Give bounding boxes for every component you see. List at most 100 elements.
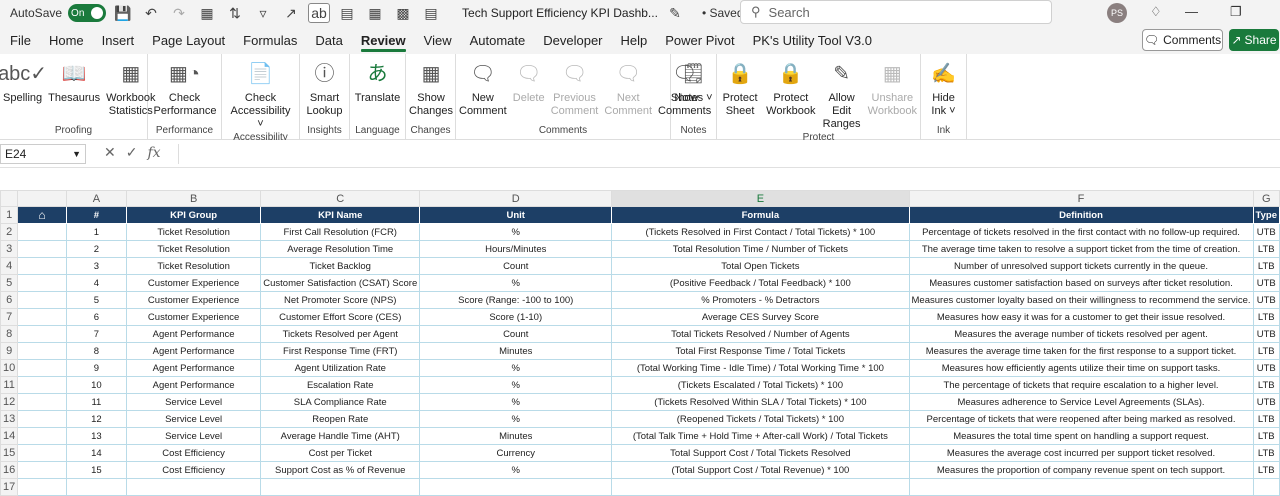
cell[interactable]: Minutes [419,427,613,445]
cell[interactable]: UTB [1252,325,1280,343]
cell[interactable] [17,461,67,479]
notes-button[interactable]: 🗒 Notes ˅ [671,54,715,124]
row-header[interactable]: 7 [0,308,19,326]
protect-sheet-button[interactable]: 🔒 Protect Sheet [717,54,763,131]
cell[interactable] [17,257,67,275]
menu-insert[interactable]: Insert [102,26,135,54]
smart-lookup-button[interactable]: ⓘ Smart Lookup [300,54,349,124]
cell[interactable]: Ticket Backlog [260,257,421,275]
cell[interactable]: 12 [65,410,127,428]
cell[interactable]: Cost Efficiency [125,461,262,479]
menu-help[interactable]: Help [621,26,648,54]
cell[interactable] [17,410,67,428]
cell[interactable]: Customer Satisfaction (CSAT) Score [260,274,421,292]
cell[interactable]: Net Promoter Score (NPS) [260,291,421,309]
row-header[interactable]: 6 [0,291,19,309]
cell[interactable]: Customer Effort Score (CES) [260,308,421,326]
cell[interactable]: Support Cost as % of Revenue [260,461,421,479]
cell[interactable]: Total Tickets Resolved / Number of Agent… [611,325,910,343]
row-header[interactable]: 2 [0,223,19,241]
check-performance-button[interactable]: ▦◔ Check Performance [151,54,219,124]
cell[interactable]: The percentage of tickets that require e… [908,376,1254,394]
cell[interactable]: Ticket Resolution [125,257,262,275]
menu-developer[interactable]: Developer [543,26,602,54]
cell[interactable]: 11 [65,393,127,411]
cell[interactable]: (Tickets Resolved Within SLA / Total Tic… [611,393,910,411]
cell[interactable] [17,308,67,326]
column-header-b[interactable]: B [125,190,262,207]
cell[interactable]: Cost Efficiency [125,444,262,462]
header-cell[interactable]: Definition [908,206,1254,224]
formula-input[interactable] [178,144,1280,164]
filter-icon[interactable]: ▿ [252,3,274,23]
cell[interactable]: Measures the average cost incurred per s… [908,444,1254,462]
cell[interactable] [17,291,67,309]
restore-icon[interactable]: ❐ [1230,4,1242,20]
cell[interactable]: LTB [1252,461,1280,479]
cell[interactable]: Average Handle Time (AHT) [260,427,421,445]
cell[interactable] [17,325,67,343]
menu-file[interactable]: File [10,26,31,54]
cell[interactable] [17,359,67,377]
cell[interactable] [17,223,67,241]
cell[interactable]: Measures customer satisfaction based on … [908,274,1254,292]
cell[interactable]: (Total Talk Time + Hold Time + After-cal… [611,427,910,445]
share-button[interactable]: ↗ Share [1229,29,1279,51]
cell[interactable]: Total First Response Time / Total Ticket… [611,342,910,360]
cell[interactable]: Hours/Minutes [419,240,613,258]
allow-edit-ranges-button[interactable]: ✎ Allow Edit Ranges [819,54,865,131]
previous-comment-button[interactable]: 🗨 Previous Comment [548,54,602,124]
cell[interactable] [17,274,67,292]
cell[interactable]: LTB [1252,257,1280,275]
row-header[interactable]: 13 [0,410,19,428]
cell[interactable]: Ticket Resolution [125,223,262,241]
header-cell[interactable]: Formula [611,206,910,224]
autosave-toggle[interactable]: On [68,4,107,22]
cell[interactable]: Measures the average number of tickets r… [908,325,1254,343]
cell[interactable]: Cost per Ticket [260,444,421,462]
sort-icon[interactable]: ⇅ [224,3,246,23]
cell[interactable]: The average time taken to resolve a supp… [908,240,1254,258]
cell[interactable]: Percentage of tickets resolved in the fi… [908,223,1254,241]
cell[interactable]: Total Open Tickets [611,257,910,275]
cell[interactable]: % [419,461,613,479]
cell[interactable]: Total Support Cost / Total Tickets Resol… [611,444,910,462]
cell[interactable] [17,393,67,411]
cell[interactable]: 3 [65,257,127,275]
row-header[interactable]: 15 [0,444,19,462]
cell[interactable]: 8 [65,342,127,360]
cell[interactable]: LTB [1252,376,1280,394]
cell[interactable]: % [419,376,613,394]
row-header[interactable]: 9 [0,342,19,360]
redo-icon[interactable]: ↷ [168,3,190,23]
cell[interactable]: First Call Resolution (FCR) [260,223,421,241]
column-header-e[interactable]: E [611,190,910,207]
cell[interactable]: Score (Range: -100 to 100) [419,291,613,309]
sensitivity-icon[interactable]: ✎ [664,3,686,23]
undo-icon[interactable]: ↶ [140,3,162,23]
cell[interactable]: Average CES Survey Score [611,308,910,326]
cell[interactable]: 4 [65,274,127,292]
select-all-corner[interactable] [0,190,19,207]
cell[interactable]: % [419,393,613,411]
menu-home[interactable]: Home [49,26,84,54]
cell[interactable]: Count [419,325,613,343]
cell[interactable]: SLA Compliance Rate [260,393,421,411]
share-export-icon[interactable]: ↗ [280,3,302,23]
save-icon[interactable]: 💾 [112,3,134,23]
cancel-icon[interactable]: ✕ [104,144,116,161]
print-preview-icon[interactable]: ▤ [420,3,442,23]
avatar[interactable]: PS [1107,3,1127,23]
cell[interactable] [419,478,613,496]
cell[interactable]: UTB [1252,291,1280,309]
check-accessibility-button[interactable]: 📄 Check Accessibility ˅ [227,54,295,131]
cell[interactable] [17,444,67,462]
cell[interactable]: UTB [1252,393,1280,411]
row-header[interactable]: 17 [0,478,19,496]
cell[interactable]: 13 [65,427,127,445]
cell[interactable]: % [419,410,613,428]
header-cell[interactable]: Unit [419,206,613,224]
form-icon[interactable]: ▤ [336,3,358,23]
menu-data[interactable]: Data [315,26,342,54]
column-header-a[interactable]: A [65,190,127,207]
